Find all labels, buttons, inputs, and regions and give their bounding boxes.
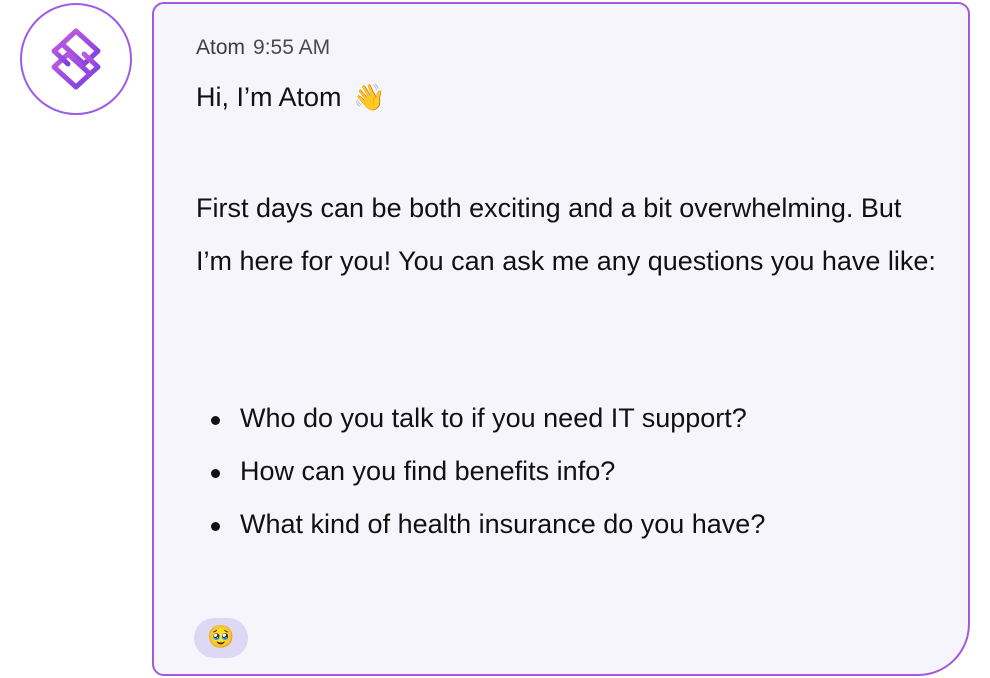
bot-avatar[interactable]: [20, 3, 132, 115]
message-timestamp: 9:55 AM: [253, 36, 331, 59]
pleading-face-emoji-icon: 🥹: [207, 625, 235, 650]
message-greeting: Hi, I’m Atom 👋: [196, 82, 385, 113]
list-item: What kind of health insurance do you hav…: [196, 498, 765, 551]
list-item: Who do you talk to if you need IT suppor…: [196, 392, 765, 445]
greeting-text: Hi, I’m Atom: [196, 82, 342, 112]
message-intro: First days can be both exciting and a bi…: [196, 193, 936, 276]
atom-logo-icon: [51, 28, 101, 90]
sender-name: Atom: [196, 36, 246, 59]
example-questions-list: Who do you talk to if you need IT suppor…: [196, 392, 765, 551]
message-header: Atom 9:55 AM: [196, 36, 330, 60]
list-item: How can you find benefits info?: [196, 445, 765, 498]
waving-hand-emoji: 👋: [353, 82, 386, 112]
message-bubble: Atom 9:55 AM Hi, I’m Atom 👋 First days ca…: [152, 2, 970, 676]
reaction-button[interactable]: 🥹: [194, 618, 248, 658]
